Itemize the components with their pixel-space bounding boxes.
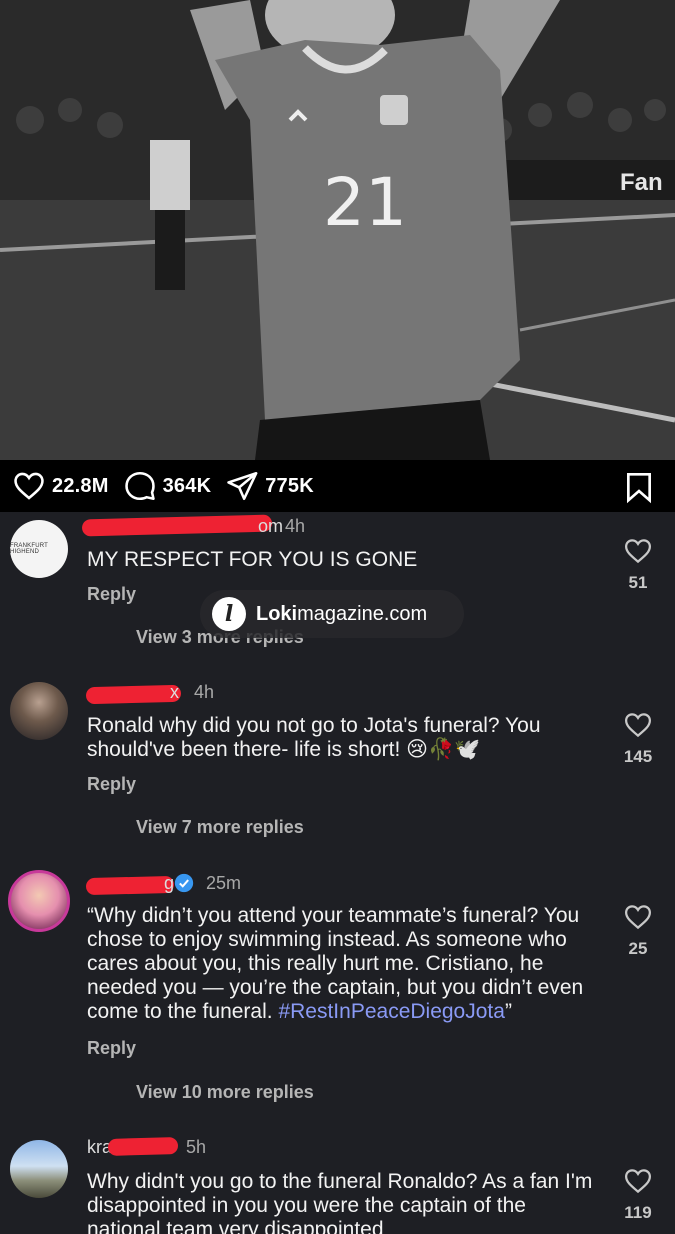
post-action-bar: 22.8M 364K 775K: [0, 460, 675, 512]
comment-like-count: 51: [628, 573, 648, 592]
comment-text: Why didn't you go to the funeral Ronaldo…: [87, 1170, 593, 1234]
comment-time: 25m: [206, 873, 242, 893]
hashtag-link[interactable]: #RestInPeaceDiegoJota: [278, 1000, 504, 1023]
comment-count: 364K: [162, 474, 212, 497]
comment-text: MY RESPECT FOR YOU IS GONE: [87, 548, 418, 571]
comment-text: “Why didn’t you attend your teammate’s f…: [87, 904, 602, 1024]
redaction-bar: [107, 1137, 179, 1156]
like-action[interactable]: 22.8M: [12, 469, 109, 503]
view-more-replies[interactable]: View 7 more replies: [136, 817, 304, 838]
comment-time: 4h: [194, 682, 215, 702]
heart-icon[interactable]: [623, 902, 653, 932]
reply-button[interactable]: Reply: [87, 584, 136, 605]
comment-like-count: 145: [623, 747, 653, 766]
share-count: 775K: [265, 474, 314, 497]
view-more-replies[interactable]: View 10 more replies: [136, 1082, 314, 1103]
comment-action[interactable]: 364K: [123, 469, 212, 503]
comment-like-count: 119: [624, 1203, 652, 1222]
comment-text: Ronald why did you not go to Jota's fune…: [87, 714, 541, 761]
comment-time: 4h: [285, 516, 306, 536]
heart-icon: [14, 472, 44, 500]
verified-badge-icon: [174, 873, 194, 893]
redaction-bar: [85, 875, 175, 896]
svg-text:Fan: Fan: [620, 169, 663, 196]
avatar-text: FRANKFURT HIGHEND: [10, 543, 48, 555]
avatar[interactable]: [8, 870, 70, 932]
redaction-bar: [85, 684, 182, 705]
comment-username[interactable]: om: [258, 516, 283, 537]
bookmark-icon[interactable]: [623, 470, 655, 504]
watermark-domain: magazine.com: [297, 602, 428, 625]
send-icon: [227, 471, 258, 501]
share-action[interactable]: 775K: [225, 469, 314, 503]
reply-button[interactable]: Reply: [87, 774, 136, 795]
comment-text-end: ”: [504, 1000, 512, 1023]
comment-like-count: 25: [628, 939, 648, 958]
comment-bubble-icon: [124, 471, 155, 501]
avatar[interactable]: [10, 1140, 68, 1198]
jersey-number: 21: [323, 164, 407, 241]
heart-icon[interactable]: [623, 536, 653, 566]
comment-username[interactable]: g: [164, 873, 174, 894]
heart-icon[interactable]: [623, 1166, 653, 1196]
watermark-brand: Loki: [256, 602, 298, 625]
heart-icon[interactable]: [623, 710, 653, 740]
comment-time: 5h: [186, 1137, 207, 1157]
comment-username[interactable]: x: [170, 682, 179, 703]
watermark-logo-icon: l: [212, 597, 246, 631]
post-photo[interactable]: Fan 21: [0, 0, 675, 460]
post-photo-illustration: Fan 21: [0, 0, 675, 460]
avatar[interactable]: FRANKFURT HIGHEND: [10, 520, 68, 578]
watermark: l Lokimagazine.com: [200, 590, 464, 638]
avatar[interactable]: [10, 682, 68, 740]
redaction-bar: [81, 514, 273, 537]
like-count: 22.8M: [52, 474, 109, 497]
reply-button[interactable]: Reply: [87, 1038, 136, 1059]
